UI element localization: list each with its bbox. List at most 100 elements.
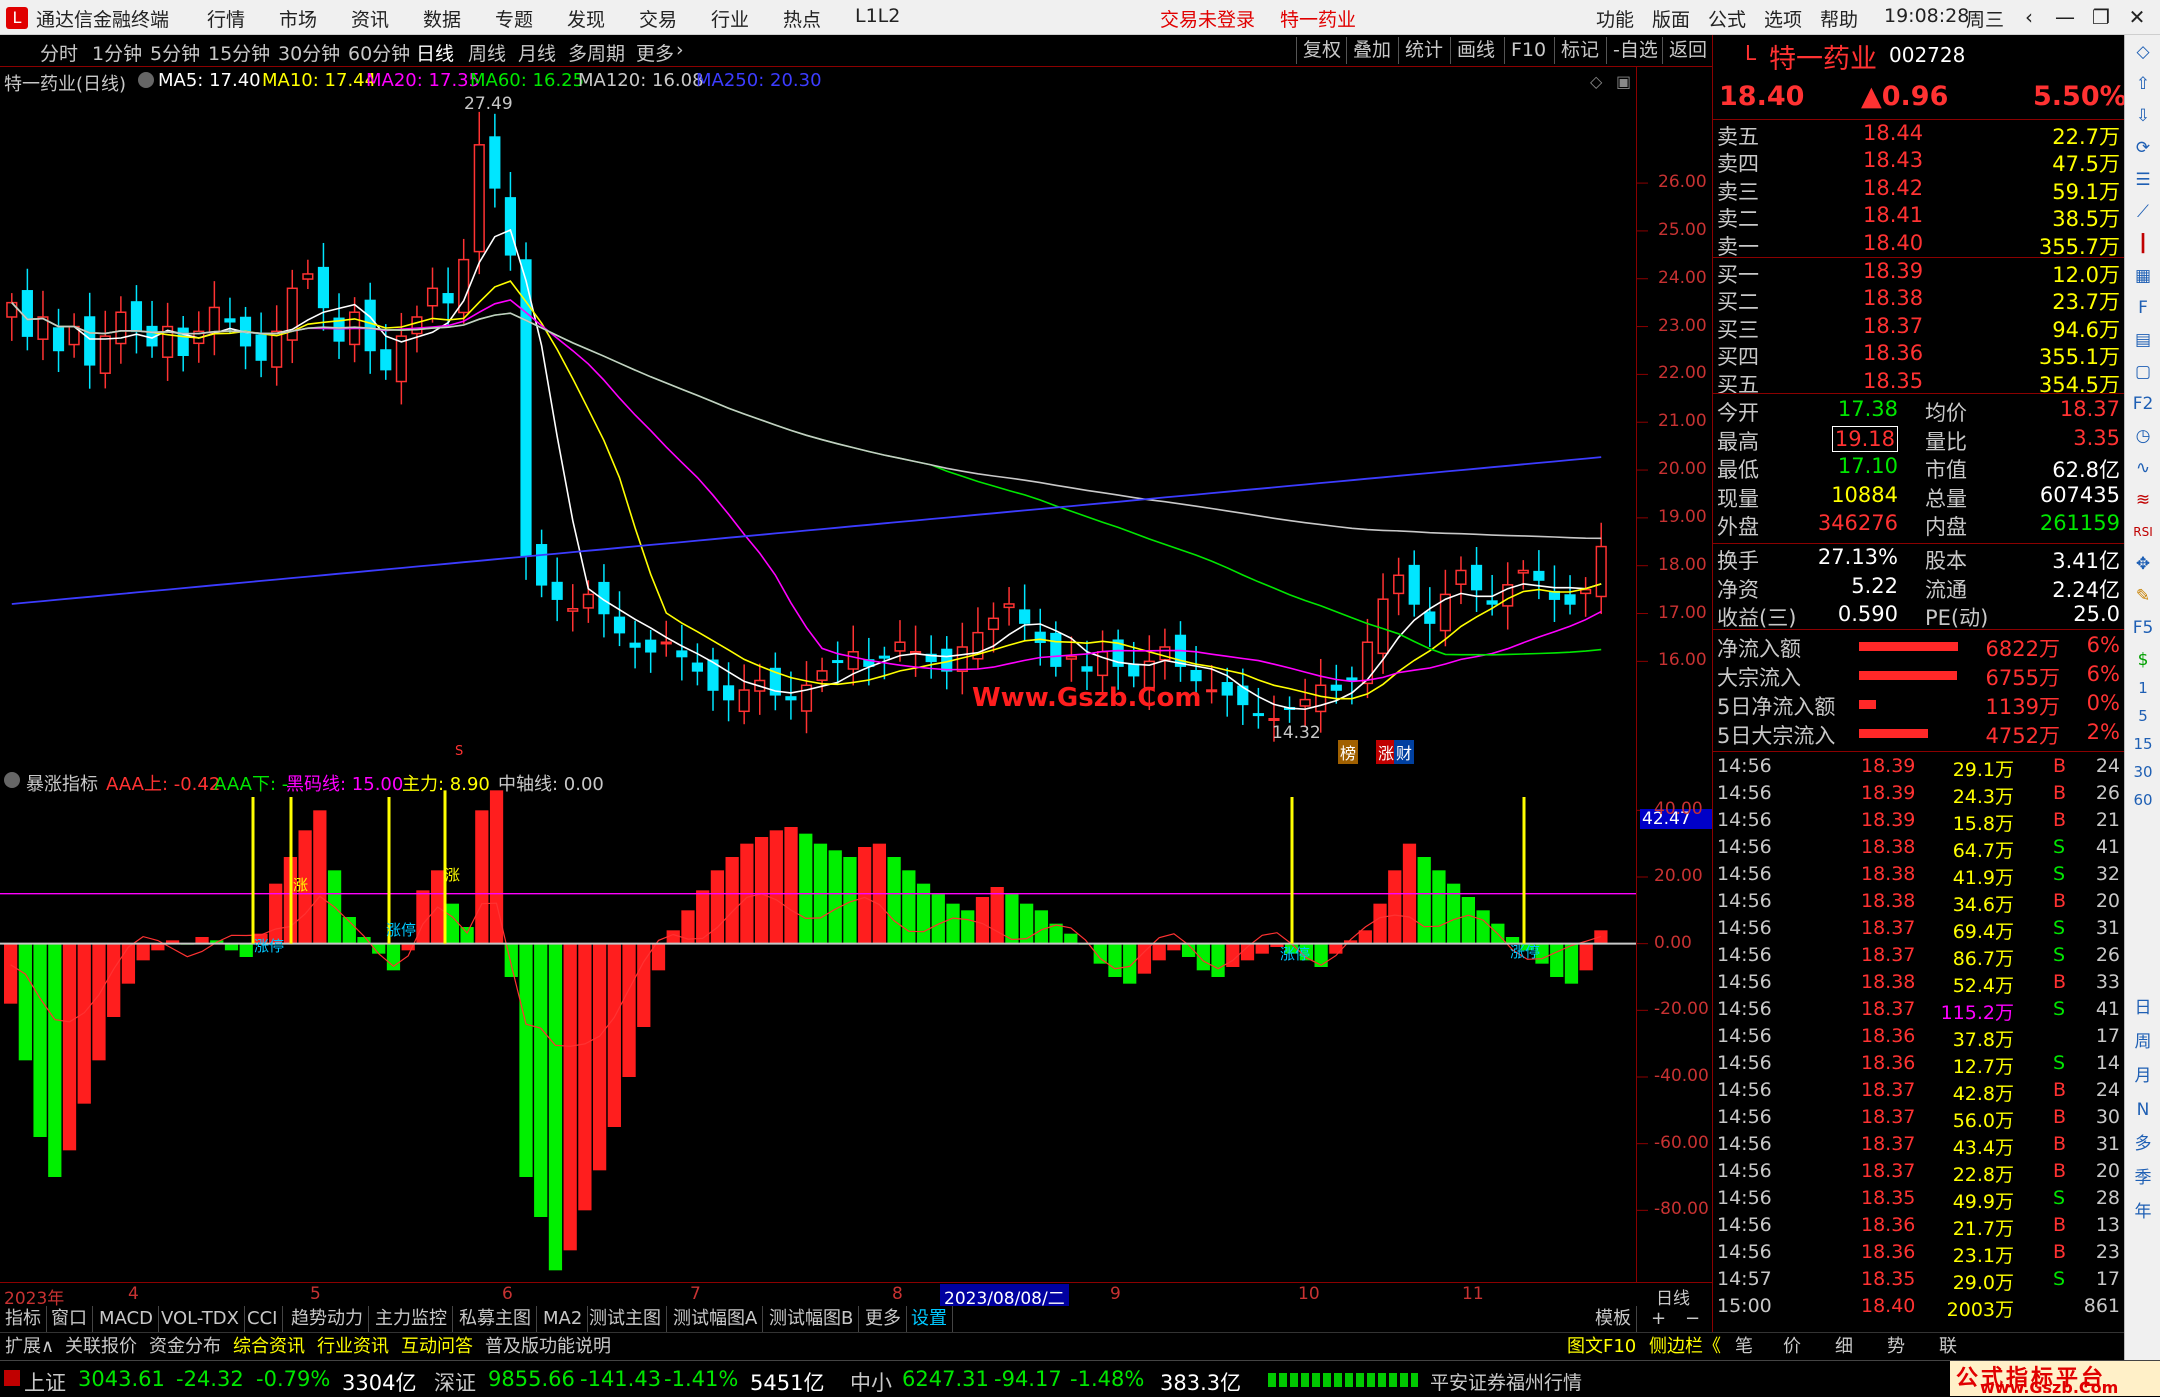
tab-tuwen-f10[interactable]: 图文F10 [1562,1335,1641,1359]
bid-price[interactable]: 18.37 [1863,314,1923,338]
tab-hangye[interactable]: 行业资讯 [312,1335,394,1359]
tab-settings[interactable]: 设置 [906,1306,953,1332]
badge-zhang[interactable]: 涨 [1376,740,1397,764]
close-icon[interactable]: ✕ [2120,3,2154,31]
tab-chuangkou[interactable]: 窗口 [46,1306,93,1332]
rsi-icon[interactable]: RSI [2129,519,2157,545]
quote-name[interactable]: 特一药业 [1769,37,1877,76]
ask-price[interactable]: 18.41 [1863,203,1923,227]
tab-ceshi-zhutu[interactable]: 测试主图 [584,1306,667,1332]
tab-macd[interactable]: MACD [94,1306,159,1332]
tab-ma2[interactable]: MA2 [538,1306,589,1332]
tab-ceshi-futu-a[interactable]: 测试幅图A [668,1306,764,1332]
add-panel-button[interactable]: + [1646,1306,1671,1332]
zx-index-name[interactable]: 中小 [850,1367,892,1397]
arrow-down-icon[interactable]: ⇩ [2129,103,2157,129]
tab-bi[interactable]: 笔 [1730,1335,1758,1359]
sz-index-name[interactable]: 深证 [434,1367,476,1397]
btn-zixuan[interactable]: -自选 [1606,37,1658,64]
bid-price[interactable]: 18.39 [1863,259,1923,283]
period-5min[interactable]: 5分钟 [150,39,200,66]
legend-collapse-icon[interactable] [138,72,154,88]
tab-zijin[interactable]: 资金分布 [144,1335,226,1359]
btn-huaxian[interactable]: 画线 [1450,37,1495,64]
btn-biaoji[interactable]: 标记 [1554,37,1599,64]
login-status[interactable]: 交易未登录 [1160,5,1255,32]
tab-more[interactable]: 更多 [860,1306,907,1332]
tab-shi[interactable]: 势 [1882,1335,1910,1359]
menu-redian[interactable]: 热点 [783,5,821,32]
bid-price[interactable]: 18.36 [1863,341,1923,365]
menu-jiaoyi[interactable]: 交易 [639,5,677,32]
remove-panel-button[interactable]: − [1680,1306,1705,1332]
indicator-svg[interactable] [0,767,1712,1282]
btn-diejia[interactable]: 叠加 [1346,37,1391,64]
period-shortcut[interactable]: 5 [2129,703,2157,729]
period-multi[interactable]: 多周期 [568,39,625,66]
tab-vol-tdx[interactable]: VOL-TDX [156,1306,245,1332]
arrow-up-icon[interactable]: ⇧ [2129,71,2157,97]
period-15min[interactable]: 15分钟 [208,39,270,66]
menu-bangzhu[interactable]: 帮助 [1820,5,1858,32]
menu-shichang[interactable]: 市场 [279,5,317,32]
period-shortcut[interactable]: 月 [2129,1063,2157,1089]
period-30min[interactable]: 30分钟 [278,39,340,66]
menu-zixun[interactable]: 资讯 [351,5,389,32]
period-1min[interactable]: 1分钟 [92,39,142,66]
period-weekly[interactable]: 周线 [468,39,506,66]
money-icon[interactable]: $ [2129,647,2157,673]
menu-faxian[interactable]: 发现 [567,5,605,32]
period-fenshi[interactable]: 分时 [40,39,78,66]
tab-zonghe[interactable]: 综合资讯 [228,1335,310,1359]
ask-price[interactable]: 18.42 [1863,176,1923,200]
trend-icon[interactable]: ∿ [2129,455,2157,481]
tab-hudong[interactable]: 互动问答 [396,1335,478,1359]
period-shortcut[interactable]: 1 [2129,675,2157,701]
period-shortcut[interactable]: 30 [2129,759,2157,785]
tab-xi[interactable]: 细 [1830,1335,1858,1359]
ask-price[interactable]: 18.40 [1863,231,1923,255]
tab-zhibiao[interactable]: 指标 [0,1306,47,1332]
menu-hangye[interactable]: 行业 [711,5,749,32]
period-shortcut[interactable]: N [2129,1097,2157,1123]
back-icon[interactable]: ‹ [2012,3,2046,31]
bid-price[interactable]: 18.38 [1863,286,1923,310]
grid-icon[interactable]: ▤ [2129,327,2157,353]
collapse-icon[interactable]: ◇ [2129,39,2157,65]
line-chart-icon[interactable]: ⟋ [2129,199,2157,225]
indicator-chart[interactable]: 暴涨指标 AAA上: -0.42 AAA下: - 黑码线: 15.00 主力: … [0,767,1712,1282]
menu-zhuanti[interactable]: 专题 [495,5,533,32]
period-monthly[interactable]: 月线 [518,39,556,66]
tab-jia[interactable]: 价 [1778,1335,1806,1359]
menu-gongneng[interactable]: 功能 [1596,5,1634,32]
f2-icon[interactable]: F2 [2129,391,2157,417]
period-daily[interactable]: 日线 [416,39,454,66]
ask-price[interactable]: 18.44 [1863,121,1923,145]
menu-xuanxiang[interactable]: 选项 [1764,5,1802,32]
minimize-icon[interactable]: — [2048,3,2082,31]
menu-banmian[interactable]: 版面 [1652,5,1690,32]
sh-index-name[interactable]: 上证 [24,1367,66,1397]
menu-shuju[interactable]: 数据 [423,5,461,32]
menu-hangqing[interactable]: 行情 [207,5,245,32]
tab-guanlian[interactable]: 关联报价 [60,1335,142,1359]
period-shortcut[interactable]: 15 [2129,731,2157,757]
kline-chart[interactable]: 特一药业(日线) MA5: 17.40 MA10: 17.44 MA20: 17… [0,67,1712,767]
btn-fanhui[interactable]: 返回 [1662,37,1707,64]
period-shortcut[interactable]: 季 [2129,1165,2157,1191]
tab-puji[interactable]: 普及版功能说明 [480,1335,616,1359]
period-shortcut[interactable]: 年 [2129,1199,2157,1225]
btn-f10[interactable]: F10 [1504,37,1546,64]
indicator-collapse-icon[interactable] [4,772,20,788]
period-shortcut[interactable]: 周 [2129,1029,2157,1055]
btn-fuquan[interactable]: 复权 [1296,37,1341,64]
tab-kuozhan[interactable]: 扩展∧ [0,1335,59,1359]
btn-tongji[interactable]: 统计 [1398,37,1443,64]
move-icon[interactable]: ✥ [2129,551,2157,577]
chart-settings-icon[interactable]: ◇ [1590,72,1602,91]
ask-price[interactable]: 18.43 [1863,148,1923,172]
pen-icon[interactable]: ✎ [2129,583,2157,609]
template-button[interactable]: 模板 [1590,1306,1637,1332]
tab-simu[interactable]: 私募主图 [454,1306,537,1332]
fin-icon[interactable]: F [2129,295,2157,321]
